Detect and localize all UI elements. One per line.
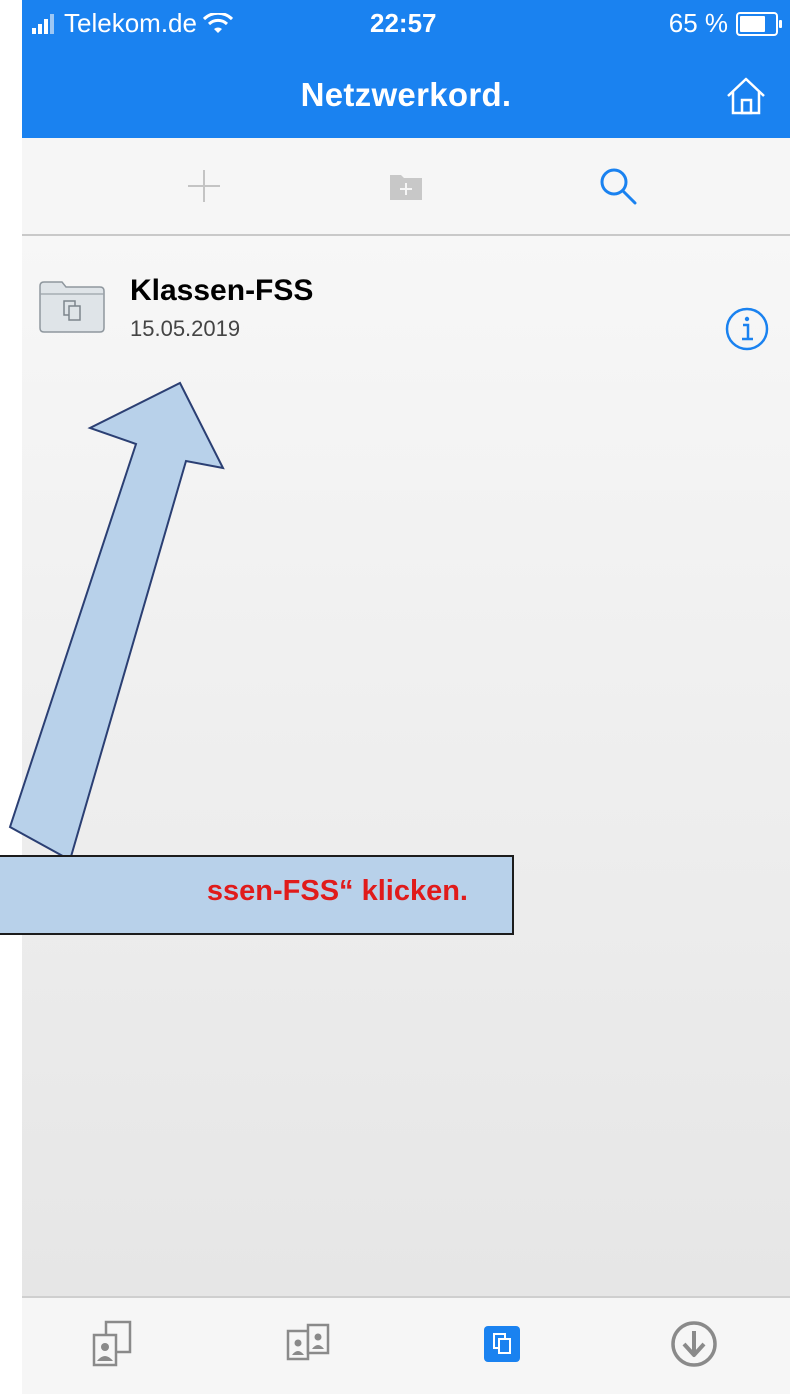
signal-icon xyxy=(32,13,54,34)
search-button[interactable] xyxy=(592,160,644,212)
carrier-info: Telekom.de xyxy=(32,8,233,39)
new-folder-button[interactable] xyxy=(380,160,432,212)
wifi-icon xyxy=(202,12,233,33)
tab-shared[interactable] xyxy=(276,1312,340,1376)
battery-percent: 65 % xyxy=(668,8,728,38)
toolbar xyxy=(22,138,790,236)
tab-documents[interactable] xyxy=(80,1312,144,1376)
download-icon xyxy=(671,1321,717,1367)
tab-bar xyxy=(22,1296,790,1394)
header-bar: Telekom.de 22:57 65 % Netzwerkord. xyxy=(22,0,790,138)
home-button[interactable] xyxy=(724,74,768,118)
list-item[interactable]: Klassen-FSS 15.05.2019 xyxy=(22,236,790,366)
annotation-callout: ssen-FSS“ klicken. xyxy=(0,855,514,935)
tab-downloads[interactable] xyxy=(662,1312,726,1376)
documents-icon xyxy=(92,1320,132,1367)
status-bar: Telekom.de 22:57 65 % xyxy=(22,0,790,44)
network-folder-icon xyxy=(484,1326,520,1362)
battery-icon xyxy=(736,11,782,36)
info-button[interactable] xyxy=(724,306,770,352)
annotation-text: ssen-FSS“ klicken. xyxy=(206,875,468,907)
shared-icon xyxy=(286,1323,330,1361)
file-list: Klassen-FSS 15.05.2019 xyxy=(22,236,790,1296)
info-icon xyxy=(725,307,769,351)
battery-indicator: 65 % xyxy=(668,8,782,39)
network-folder-icon xyxy=(39,281,105,333)
plus-icon xyxy=(188,170,220,202)
page-title: Netzwerkord. xyxy=(300,76,512,113)
clock: 22:57 xyxy=(370,8,437,38)
new-folder-icon xyxy=(390,175,422,200)
search-icon xyxy=(600,168,637,205)
home-icon xyxy=(727,77,765,115)
item-name: Klassen-FSS xyxy=(130,274,314,307)
add-button[interactable] xyxy=(178,160,230,212)
tab-network-folders[interactable] xyxy=(470,1312,534,1376)
item-date: 15.05.2019 xyxy=(130,316,241,341)
carrier-name: Telekom.de xyxy=(64,8,197,38)
app-screen: Telekom.de 22:57 65 % Netzwerkord. Klass… xyxy=(0,0,790,1394)
